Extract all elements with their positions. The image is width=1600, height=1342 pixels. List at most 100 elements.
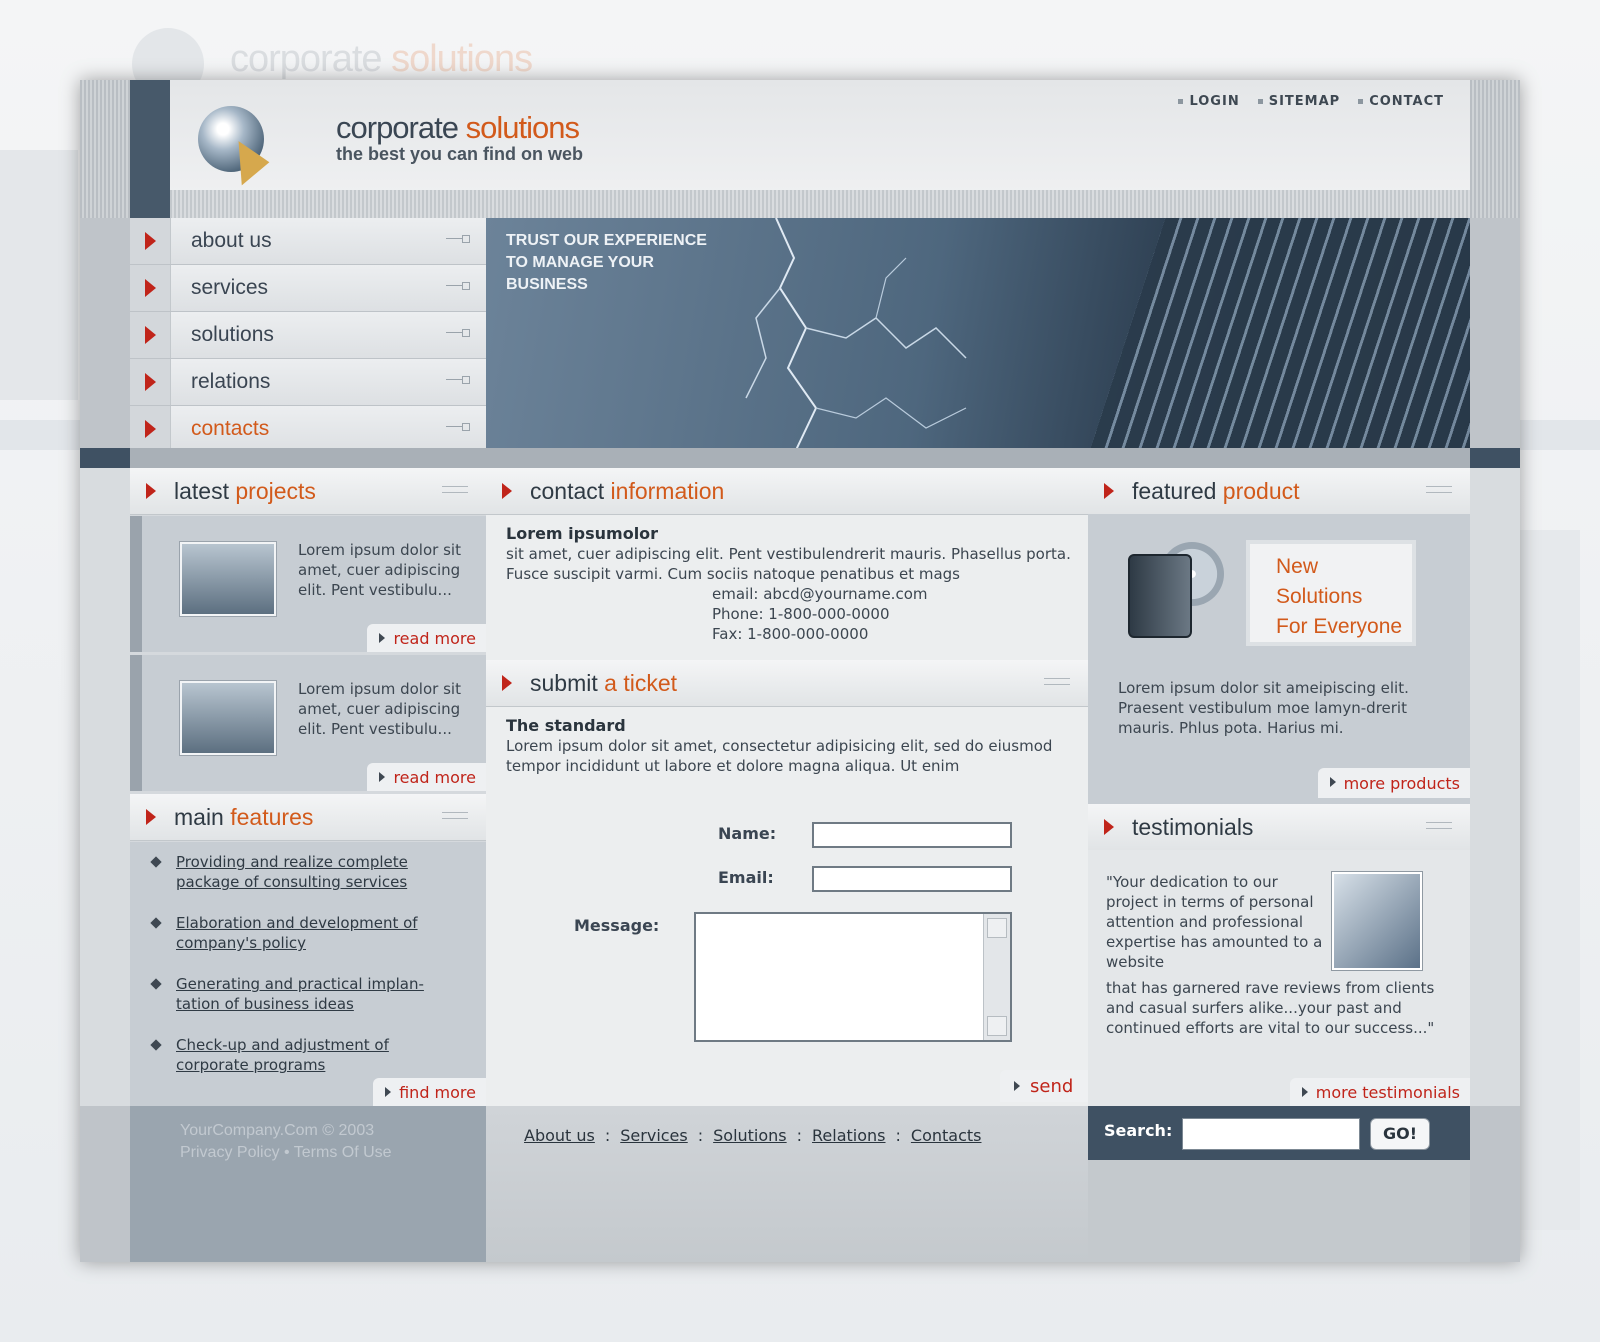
nav-tick-icon [446,423,470,431]
project-photo [180,542,276,616]
nav-item-contacts[interactable]: contacts [130,406,486,453]
red-arrow-icon [144,373,156,391]
read-more-link[interactable]: read more [367,624,486,652]
contact-info-body: Lorem ipsumolor sit amet, cuer adipiscin… [506,524,1076,644]
main-features-header: main features [130,794,486,841]
collapse-icon [1426,486,1452,493]
collapse-icon [1044,678,1070,685]
footer-link-relations[interactable]: Relations [812,1126,885,1145]
collapse-icon [442,812,468,819]
message-textarea[interactable] [694,912,1012,1042]
main-nav: about us services solutions relations co… [130,218,486,453]
diamond-bullet-icon [150,917,162,929]
nav-tick-icon [446,235,470,243]
red-arrow-icon [1104,819,1114,835]
latest-projects-header: latest projects [130,468,486,515]
header-strip [130,80,170,218]
nav-tick-icon [446,329,470,337]
nav-item-services[interactable]: services [130,265,486,312]
submit-ticket-header: submit a ticket [486,660,1088,707]
search-input[interactable] [1182,1118,1360,1150]
diamond-bullet-icon [150,1039,162,1051]
read-more-link[interactable]: read more [367,763,486,791]
search-label: Search: [1104,1121,1173,1140]
footer-nav: About us: Services: Solutions: Relations… [524,1126,982,1145]
site-footer: YourCompany.Com © 2003 Privacy Policy • … [80,1106,1520,1262]
name-label: Name: [718,824,777,843]
nav-item-about-us[interactable]: about us [130,218,486,265]
site-header: corporate solutions the best you can fin… [130,80,1470,218]
legal-links[interactable]: Privacy Policy • Terms Of Use [180,1142,392,1164]
footer-link-about-us[interactable]: About us [524,1126,595,1145]
red-arrow-icon [146,483,156,499]
side-texture-right [1470,80,1520,218]
red-arrow-icon [144,279,156,297]
testimonials-header: testimonials [1088,804,1470,851]
more-testimonials-link[interactable]: more testimonials [1289,1078,1470,1106]
contact-phone: Phone: 1-800-000-0000 [712,605,890,623]
feature-item: Check-up and adjustment of corporate pro… [150,1035,462,1075]
ticket-intro: The standard Lorem ipsum dolor sit amet,… [506,716,1053,775]
footer-link-contacts[interactable]: Contacts [911,1126,982,1145]
send-button[interactable]: send [1000,1070,1090,1102]
testimonial-photo [1332,872,1422,970]
find-more-link[interactable]: find more [373,1078,486,1106]
contact-information-header: contact information [486,468,1088,515]
name-input[interactable] [812,822,1012,848]
scroll-up-icon[interactable] [987,918,1007,938]
red-arrow-icon [146,809,156,825]
nav-tick-icon [446,282,470,290]
featured-product: New Solutions For Everyone Lorem ipsum d… [1088,514,1470,806]
feature-item: Elaboration and development of company's… [150,913,462,953]
footer-link-services[interactable]: Services [620,1126,687,1145]
contact-email: email: abcd@yourname.com [712,585,928,603]
project-photo [180,681,276,755]
go-button[interactable]: GO! [1370,1118,1430,1150]
header-texture [170,190,1470,218]
message-scrollbar[interactable] [983,914,1010,1040]
featured-card[interactable]: New Solutions For Everyone [1246,540,1416,646]
ghost-logo: corporate solutions [230,38,533,80]
contact-fax: Fax: 1-800-000-0000 [712,625,869,643]
testimonial: "Your dedication to our project in terms… [1088,850,1470,1106]
red-arrow-icon [144,326,156,344]
collapse-icon [1426,822,1452,829]
featured-product-header: featured product [1088,468,1470,515]
site-logo-title[interactable]: corporate solutions [336,110,580,146]
scroll-down-icon[interactable] [987,1016,1007,1036]
features-list: Providing and realize complete package o… [130,842,486,1106]
side-texture-left [80,80,130,218]
feature-item: Providing and realize complete package o… [150,852,462,892]
copyright: YourCompany.Com © 2003 [180,1122,375,1139]
login-link[interactable]: LOGIN [1178,94,1239,109]
red-arrow-icon [502,483,512,499]
ghost-panel-right [1520,530,1580,1230]
separator-band [80,448,1520,468]
feature-item: Generating and practical implan-tation o… [150,974,462,1014]
site-tagline: the best you can find on web [336,144,584,164]
red-arrow-icon [144,420,156,438]
hero-slogan: TRUST OUR EXPERIENCE TO MANAGE YOUR BUSI… [506,232,707,293]
contact-link[interactable]: CONTACT [1358,94,1444,109]
ghost-panel-left [0,150,78,400]
site-frame: corporate solutions the best you can fin… [80,80,1520,1262]
red-arrow-icon [502,675,512,691]
red-arrow-icon [144,232,156,250]
footer-link-solutions[interactable]: Solutions [713,1126,787,1145]
search-bar: Search: GO! [1088,1106,1470,1160]
diamond-bullet-icon [150,856,162,868]
red-arrow-icon [1104,483,1114,499]
nav-item-relations[interactable]: relations [130,359,486,406]
project-item: Lorem ipsum dolor sit amet, cuer adipisc… [130,516,486,652]
email-input[interactable] [812,866,1012,892]
project-item: Lorem ipsum dolor sit amet, cuer adipisc… [130,655,486,791]
nav-item-solutions[interactable]: solutions [130,312,486,359]
more-products-link[interactable]: more products [1317,768,1470,798]
sitemap-link[interactable]: SITEMAP [1258,94,1340,109]
collapse-icon [442,486,468,493]
email-label: Email: [718,868,774,887]
message-label: Message: [574,916,660,935]
software-box-icon [1128,554,1192,638]
nav-tick-icon [446,376,470,384]
hero-banner: TRUST OUR EXPERIENCE TO MANAGE YOUR BUSI… [486,218,1470,450]
